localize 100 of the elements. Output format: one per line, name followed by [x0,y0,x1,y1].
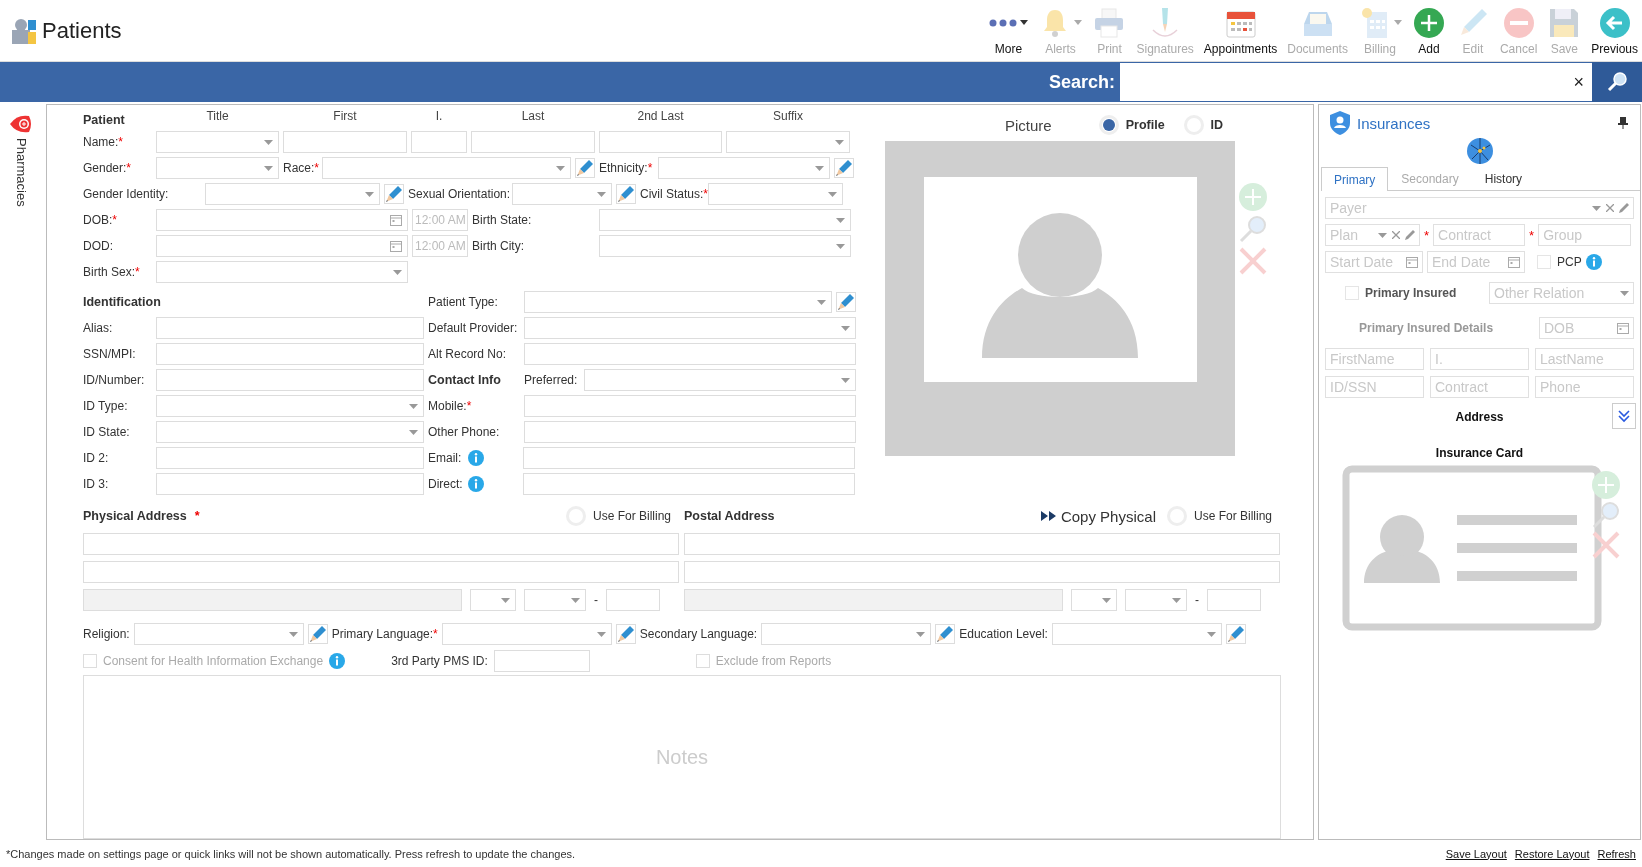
toolbar-button[interactable]: Print [1090,5,1129,56]
delete-icon[interactable] [1591,531,1620,559]
toolbar-button[interactable]: Appointments [1201,5,1280,56]
pencil-icon[interactable] [307,624,328,644]
dropdown[interactable] [156,395,424,417]
checkbox[interactable]: Primary Insured [1345,286,1457,300]
zoom-icon[interactable] [1591,501,1620,529]
text-field[interactable] [524,421,856,443]
calendar-icon[interactable] [1508,256,1520,268]
more-icon [988,17,1019,28]
toolbar-button[interactable]: Cancel [1497,5,1540,56]
text-field[interactable] [599,131,722,153]
pencil-icon[interactable] [834,158,854,178]
pencil-icon[interactable] [1405,230,1415,240]
delete-icon[interactable] [1239,247,1267,275]
address-line-field[interactable] [83,533,679,555]
info-icon[interactable] [468,450,484,466]
search-button[interactable] [1592,62,1642,102]
footer-link[interactable]: Save Layout [1445,847,1507,860]
tab[interactable]: Primary [1321,167,1389,191]
toolbar-button[interactable]: More [986,5,1031,56]
info-icon[interactable] [468,476,484,492]
toolbar-button[interactable]: Signatures [1134,5,1196,56]
dropdown[interactable] [1071,589,1117,611]
text-field[interactable] [156,343,424,365]
pencil-icon[interactable] [1619,203,1629,213]
text-field[interactable] [471,131,595,153]
toolbar-button[interactable]: Documents [1285,5,1350,56]
toolbar-button[interactable]: Save [1545,5,1584,56]
text-field[interactable] [283,131,407,153]
pencil-icon[interactable] [575,158,595,178]
checkbox[interactable]: PCP [1537,255,1582,269]
calendar-icon[interactable] [1406,256,1418,268]
info-icon[interactable] [329,653,346,669]
pencil-icon[interactable] [836,292,856,312]
pencil-icon[interactable] [1225,624,1246,644]
dropdown[interactable] [1125,589,1187,611]
pin-icon[interactable] [1618,117,1628,129]
text-field[interactable] [524,343,856,365]
address-line-field[interactable] [684,561,1280,583]
dropdown[interactable] [726,131,850,153]
zip-field[interactable] [1207,589,1261,611]
clear-button[interactable]: × [1565,71,1592,93]
dropdown[interactable] [524,317,856,339]
toolbar-button[interactable]: Alerts [1036,5,1085,56]
text-field[interactable] [523,473,855,495]
city-field[interactable] [83,589,462,611]
dropdown[interactable] [156,157,279,179]
tab[interactable]: History [1471,167,1536,190]
address-line-field[interactable] [684,533,1280,555]
calendar-icon[interactable] [390,240,402,252]
pencil-icon[interactable] [615,624,636,644]
zip-field[interactable] [606,589,660,611]
add-icon[interactable] [1239,183,1267,211]
clear-icon[interactable] [1392,231,1400,239]
copy-button[interactable]: Copy Physical [1040,507,1156,525]
caret-icon[interactable] [1020,20,1029,25]
field-label: Default Provider: [428,321,519,335]
toolbar-button[interactable]: Billing [1355,5,1404,56]
text-field[interactable] [524,395,856,417]
info-icon[interactable] [1585,254,1602,270]
toolbar-button[interactable]: Edit [1453,5,1492,56]
radio-button[interactable] [1097,114,1120,136]
calendar-icon[interactable] [1617,322,1629,334]
dropdown[interactable] [156,421,424,443]
add-icon[interactable] [1591,471,1620,499]
text-field[interactable] [156,369,424,391]
date-field[interactable] [156,235,408,257]
pencil-icon[interactable] [616,184,636,204]
city-field[interactable] [684,589,1063,611]
pencil-icon[interactable] [384,184,404,204]
calendar-icon[interactable] [390,214,402,226]
dropdown[interactable] [584,369,856,391]
address-line-field[interactable] [83,561,679,583]
text-field[interactable] [411,131,467,153]
pencil-icon[interactable] [935,624,956,644]
clear-icon[interactable] [1606,204,1614,212]
dropdown[interactable] [524,589,586,611]
footer-link[interactable]: Restore Layout [1514,847,1590,860]
dropdown[interactable] [599,209,851,231]
dropdown[interactable] [708,183,843,205]
dropdown[interactable] [156,261,408,283]
footer-link[interactable]: Refresh [1597,847,1636,860]
text-field[interactable] [493,650,590,672]
expand-button[interactable] [1612,403,1636,429]
dropdown[interactable] [156,131,279,153]
text-field[interactable] [156,473,424,495]
text-field[interactable] [156,317,424,339]
globe-icon[interactable] [1465,137,1494,165]
text-field[interactable] [156,447,424,469]
dropdown[interactable] [599,235,851,257]
toolbar-button[interactable]: Add [1409,5,1448,56]
text-field[interactable] [523,447,855,469]
dropdown[interactable] [470,589,516,611]
side-tab[interactable]: Pharmacies [9,114,33,207]
date-field[interactable] [156,209,408,231]
search-field[interactable]: × [1120,63,1592,101]
zoom-icon[interactable] [1239,215,1267,243]
toolbar-button[interactable]: Previous [1589,5,1640,56]
caret-icon [501,597,510,603]
